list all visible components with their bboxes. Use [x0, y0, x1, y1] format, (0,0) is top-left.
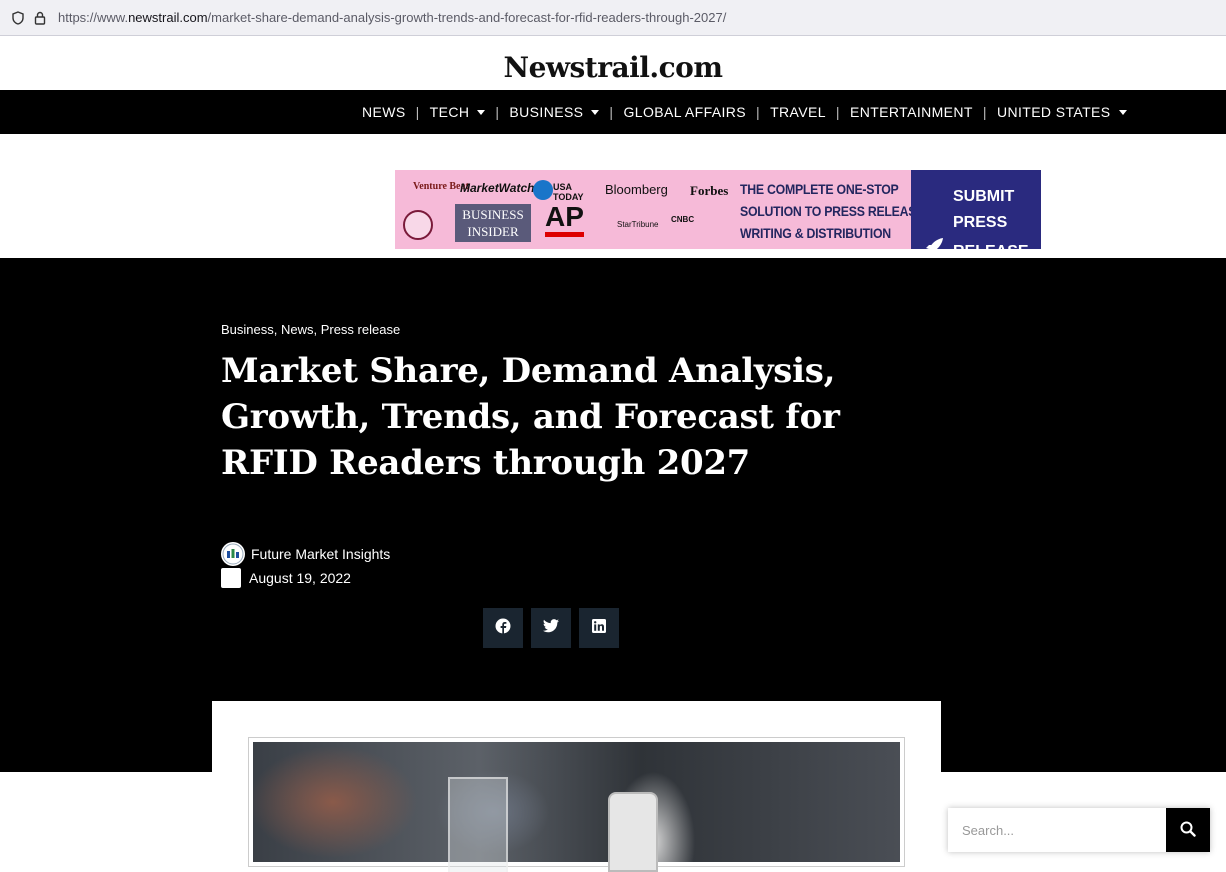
- logo-marketwatch: MarketWatch: [460, 181, 535, 195]
- article-hero: Business, News, Press release Market Sha…: [0, 258, 1226, 772]
- nav-item-entertainment[interactable]: ENTERTAINMENT: [850, 90, 973, 134]
- article-categories[interactable]: Business, News, Press release: [221, 322, 400, 337]
- facebook-share-button[interactable]: [483, 608, 523, 648]
- linkedin-share-button[interactable]: [579, 608, 619, 648]
- nav-label: TRAVEL: [770, 104, 826, 120]
- date-meta: August 19, 2022: [221, 568, 351, 588]
- browser-address-bar[interactable]: https://www.newstrail.com/market-share-d…: [0, 0, 1226, 36]
- nav-label: GLOBAL AFFAIRS: [623, 104, 747, 120]
- url-prefix: https://www.: [58, 10, 129, 25]
- logo-startribune: StarTribune: [617, 220, 659, 229]
- site-logo[interactable]: Newstrail.com: [504, 51, 723, 84]
- linkedin-icon: [592, 618, 606, 638]
- usa-today-icon: [533, 180, 553, 200]
- rfid-reader-device: [608, 792, 658, 872]
- logo-bloomberg: Bloomberg: [605, 182, 668, 197]
- nav-label: TECH: [429, 104, 470, 120]
- nav-item-united-states[interactable]: UNITED STATES: [997, 90, 1127, 134]
- search-widget: [948, 808, 1210, 852]
- article-title: Market Share, Demand Analysis, Growth, T…: [221, 351, 840, 483]
- banner-headline-line: THE COMPLETE ONE-STOP: [740, 181, 899, 197]
- search-button[interactable]: [1166, 808, 1210, 852]
- url-domain: newstrail.com: [128, 10, 208, 25]
- nav-separator: |: [495, 104, 500, 120]
- nav-separator: |: [982, 104, 987, 120]
- share-buttons: [483, 608, 619, 648]
- nav-separator: |: [609, 104, 614, 120]
- nav-separator: |: [835, 104, 840, 120]
- plastic-cup-shape: [448, 777, 508, 872]
- nav-item-tech[interactable]: TECH: [430, 90, 486, 134]
- author-avatar: [221, 542, 245, 566]
- caret-down-icon: [1118, 109, 1127, 115]
- nav-item-travel[interactable]: TRAVEL: [770, 90, 826, 134]
- search-icon: [1180, 821, 1196, 840]
- site-header: Newstrail.com: [0, 37, 1226, 90]
- ad-banner[interactable]: Venture Beat MarketWatch USA TODAY Bloom…: [395, 170, 1041, 249]
- url-path: /market-share-demand-analysis-growth-tre…: [207, 10, 727, 25]
- nav-item-business[interactable]: BUSINESS: [509, 90, 600, 134]
- cta-row: RELEASE: [926, 236, 1041, 250]
- logo-usatoday: USA TODAY: [553, 182, 584, 202]
- rocket-icon: [923, 236, 945, 249]
- nav-item-global-affairs[interactable]: GLOBAL AFFAIRS: [623, 90, 746, 134]
- featured-image[interactable]: [248, 737, 905, 872]
- twitter-share-button[interactable]: [531, 608, 571, 648]
- logo-cnbc: CNBC: [671, 215, 695, 224]
- submit-press-release-button[interactable]: SUBMIT PRESS RELEASE: [911, 170, 1041, 249]
- calendar-icon: [221, 568, 241, 588]
- shield-icon[interactable]: [10, 10, 26, 26]
- twitter-icon: [543, 618, 559, 638]
- publish-date: August 19, 2022: [249, 570, 351, 586]
- facebook-icon: [495, 618, 511, 639]
- nav-label: NEWS: [362, 104, 406, 120]
- seal-icon: [403, 210, 433, 240]
- nav-label: ENTERTAINMENT: [849, 104, 973, 120]
- lock-icon[interactable]: [32, 10, 48, 26]
- banner-headline-line: WRITING & DISTRIBUTION: [740, 225, 891, 241]
- logo-forbes: Forbes: [690, 183, 729, 198]
- search-input[interactable]: [948, 808, 1166, 852]
- author-meta[interactable]: Future Market Insights: [221, 542, 390, 566]
- nav-item-news[interactable]: NEWS: [362, 90, 406, 134]
- main-nav: NEWS | TECH | BUSINESS | GLOBAL AFFAIRS …: [0, 90, 1226, 134]
- caret-down-icon: [591, 109, 600, 115]
- banner-headline-line: SOLUTION TO PRESS RELEASE: [740, 203, 925, 219]
- cta-line: SUBMIT PRESS: [953, 188, 1015, 231]
- featured-image-content: [253, 742, 900, 872]
- logo-ap: AP: [545, 202, 584, 237]
- nav-label: UNITED STATES: [996, 104, 1111, 120]
- logo-business-insider: BUSINESS INSIDER: [455, 204, 531, 242]
- url-text[interactable]: https://www.newstrail.com/market-share-d…: [58, 10, 726, 25]
- nav-separator: |: [756, 104, 761, 120]
- author-name[interactable]: Future Market Insights: [251, 546, 390, 562]
- cta-line: RELEASE: [953, 239, 1029, 250]
- nav-label: BUSINESS: [509, 104, 584, 120]
- nav-separator: |: [415, 104, 420, 120]
- banner-headline: THE COMPLETE ONE-STOP SOLUTION TO PRESS …: [740, 178, 925, 244]
- caret-down-icon: [477, 109, 486, 115]
